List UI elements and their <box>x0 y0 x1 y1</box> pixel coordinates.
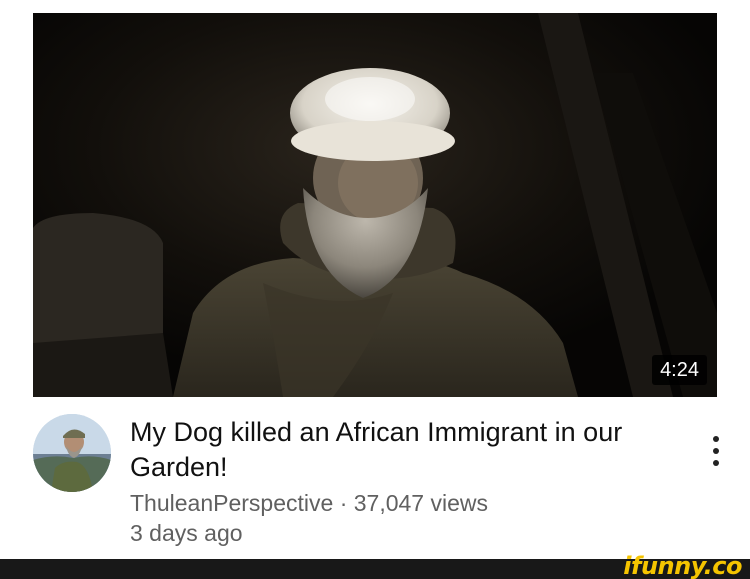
thumbnail-image <box>33 13 717 397</box>
upload-age: 3 days ago <box>130 520 243 546</box>
channel-name[interactable]: ThuleanPerspective <box>130 490 333 516</box>
video-title[interactable]: My Dog killed an African Immigrant in ou… <box>130 415 670 485</box>
video-duration-badge: 4:24 <box>652 355 707 385</box>
video-thumbnail[interactable]: 4:24 <box>33 13 717 397</box>
meta-separator: · <box>339 490 348 516</box>
video-meta: ThuleanPerspective · 37,047 views 3 days… <box>130 488 690 548</box>
vertical-ellipsis-icon[interactable] <box>706 436 726 466</box>
video-list-card: 4:24 My Dog killed an African Immigrant … <box>0 0 750 579</box>
ifunny-watermark: ifunny.co <box>623 552 742 579</box>
watermark-bar: ifunny.co <box>0 553 750 579</box>
view-count: 37,047 views <box>353 490 488 516</box>
kebab-dot <box>713 448 719 454</box>
avatar-image <box>33 414 111 492</box>
meta-line-1: ThuleanPerspective · 37,047 views <box>130 488 690 518</box>
kebab-dot <box>713 436 719 442</box>
channel-avatar[interactable] <box>33 414 111 492</box>
kebab-dot <box>713 460 719 466</box>
